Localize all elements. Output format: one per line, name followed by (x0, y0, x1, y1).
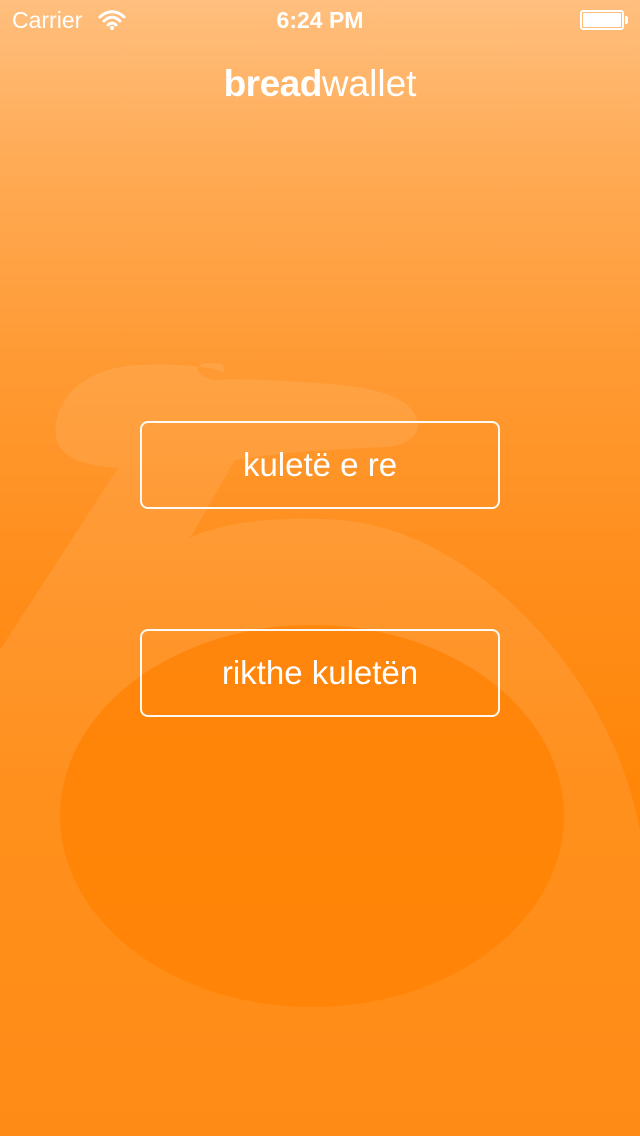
new-wallet-button[interactable]: kuletë e re (140, 421, 500, 509)
restore-wallet-label: rikthe kuletën (221, 654, 419, 691)
battery-tip (625, 16, 628, 24)
logo-bread-text: bread (223, 63, 323, 104)
logo-wallet-text: wallet (321, 63, 417, 104)
status-time: 6:24 PM (276, 7, 364, 33)
status-bar: Carrier 6:24 PM (0, 0, 640, 40)
new-wallet-label: kuletë e re (242, 446, 398, 483)
app-logo: breadwallet (0, 62, 640, 114)
app-screen: Carrier 6:24 PM breadwallet kuletë e re … (0, 0, 640, 1136)
battery-icon (580, 10, 628, 30)
battery-level (583, 13, 621, 27)
restore-wallet-button[interactable]: rikthe kuletën (140, 629, 500, 717)
